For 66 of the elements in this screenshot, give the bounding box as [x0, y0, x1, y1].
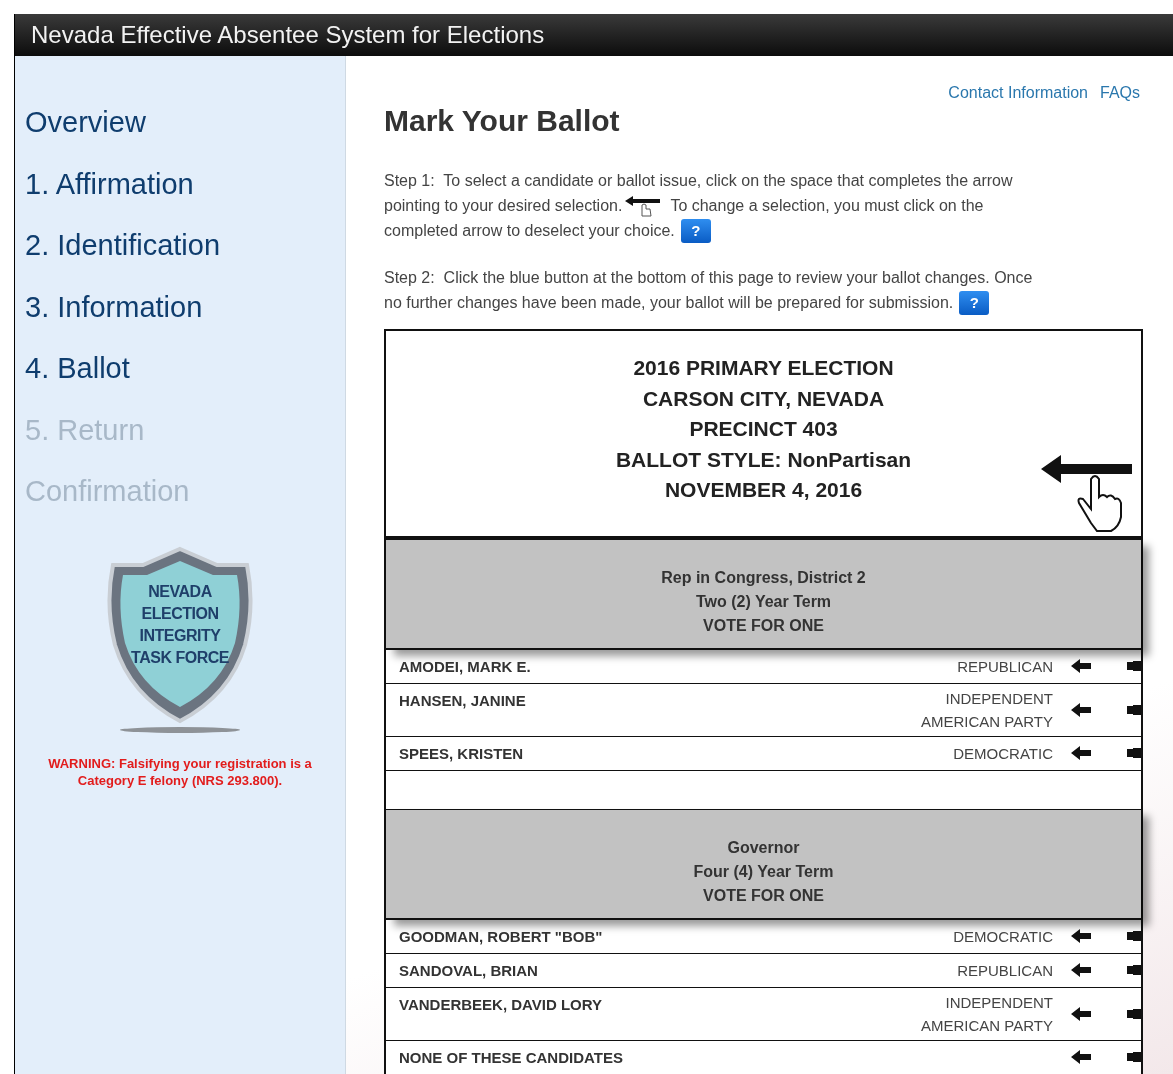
badge-text: ELECTION [141, 603, 219, 624]
candidate-row[interactable]: SANDOVAL, BRIAN REPUBLICAN [386, 953, 1141, 988]
party-name: REPUBLICAN [957, 656, 1053, 677]
instruction-text: Step 1: To select a candidate or ballot issue, click on the space that completes the arrow [384, 171, 1013, 190]
party-name: AMERICAN PARTY [921, 1015, 1053, 1036]
broken-arrow-icon[interactable] [1071, 658, 1141, 674]
arrow-pointer-icon [624, 194, 663, 217]
ballot-header-text: BALLOT STYLE: NonPartisan [615, 446, 912, 473]
candidate-row[interactable]: NONE OF THESE CANDIDATES [386, 1040, 1141, 1074]
contest-title: Rep in Congress, District 2 [661, 567, 866, 588]
broken-arrow-icon[interactable] [1071, 745, 1141, 761]
contest-title: Four (4) Year Term [693, 861, 834, 882]
ballot-header-text: 2016 PRIMARY ELECTION [633, 355, 894, 381]
nav-link[interactable]: 1. Affirmation [25, 167, 345, 229]
app-title: Nevada Effective Absentee System for Elections [31, 21, 545, 49]
badge-text: TASK FORCE [131, 647, 229, 668]
help-button[interactable]: ? [959, 290, 990, 315]
nav-link: 5. Return [25, 413, 146, 448]
arrow-hand-icon [1039, 453, 1135, 533]
ballot-header-text: PRECINCT 403 [689, 416, 838, 442]
broken-arrow-icon[interactable] [1071, 1005, 1141, 1022]
broken-arrow-icon[interactable] [1071, 962, 1141, 978]
contest-title: VOTE FOR ONE [703, 615, 824, 636]
instruction-text: Step 2: Click the blue button at the bottom of this page to review your ballot changes. Once [384, 268, 1033, 287]
candidate-row[interactable]: SPEES, KRISTEN DEMOCRATIC [386, 736, 1141, 771]
badge-text: INTEGRITY [139, 625, 221, 646]
instruction-text: To change a selection, you must click on the [670, 196, 984, 215]
header-link[interactable]: FAQs [1100, 84, 1140, 102]
party-name: DEMOCRATIC [953, 743, 1053, 764]
nav-link[interactable]: 4. Ballot [25, 352, 345, 414]
party-name: INDEPENDENT [945, 992, 1053, 1013]
ballot-header-text: CARSON CITY, NEVADA [642, 385, 885, 412]
header-link[interactable]: Contact Information [948, 84, 1088, 102]
instruction-text: no further changes have been made, your ballot will be prepared for submission. [384, 293, 954, 312]
nav-link[interactable]: 3. Information [25, 290, 345, 352]
contest-title: Governor [727, 837, 800, 858]
party-name: AMERICAN PARTY [921, 711, 1053, 732]
broken-arrow-icon[interactable] [1071, 1049, 1141, 1065]
candidate-name: AMODEI, MARK E. [399, 656, 532, 675]
nav-link[interactable]: Overview [25, 106, 345, 168]
party-name: INDEPENDENT [945, 688, 1053, 709]
party-name: DEMOCRATIC [953, 926, 1053, 947]
candidate-row[interactable]: VANDERBEEK, DAVID LORY INDEPENDENT AMERICAN PARTY [386, 987, 1141, 1041]
badge-text: NEVADA [148, 581, 212, 602]
party-name: REPUBLICAN [957, 960, 1053, 981]
instruction-text: completed arrow to deselect your choice. [384, 221, 675, 240]
candidate-name: SANDOVAL, BRIAN [399, 960, 539, 979]
candidate-row[interactable]: GOODMAN, ROBERT "BOB" DEMOCRATIC [386, 919, 1141, 954]
help-button[interactable]: ? [680, 218, 711, 243]
candidate-row[interactable]: AMODEI, MARK E. REPUBLICAN [386, 649, 1141, 684]
candidate-name: VANDERBEEK, DAVID LORY [399, 994, 604, 1013]
candidate-name: NONE OF THESE CANDIDATES [399, 1047, 624, 1066]
contest-title: VOTE FOR ONE [703, 885, 824, 906]
broken-arrow-icon[interactable] [1071, 701, 1141, 718]
instruction-text: pointing to your desired selection. [384, 196, 623, 215]
nav-link[interactable]: 2. Identification [25, 229, 345, 291]
candidate-name: HANSEN, JANINE [399, 690, 527, 709]
broken-arrow-icon[interactable] [1071, 928, 1141, 944]
contest-title: Two (2) Year Term [695, 591, 832, 612]
ballot-header-text: NOVEMBER 4, 2016 [664, 477, 863, 503]
candidate-row[interactable]: HANSEN, JANINE INDEPENDENT AMERICAN PARTY [386, 683, 1141, 737]
warning-text: WARNING: Falsifying your registration is a Category E felony (NRS 293.800). [47, 754, 313, 789]
candidate-name: GOODMAN, ROBERT "BOB" [399, 926, 604, 945]
candidate-name: SPEES, KRISTEN [399, 743, 525, 762]
page-heading: Mark Your Ballot [384, 104, 621, 138]
nav-link: Confirmation [25, 475, 191, 509]
